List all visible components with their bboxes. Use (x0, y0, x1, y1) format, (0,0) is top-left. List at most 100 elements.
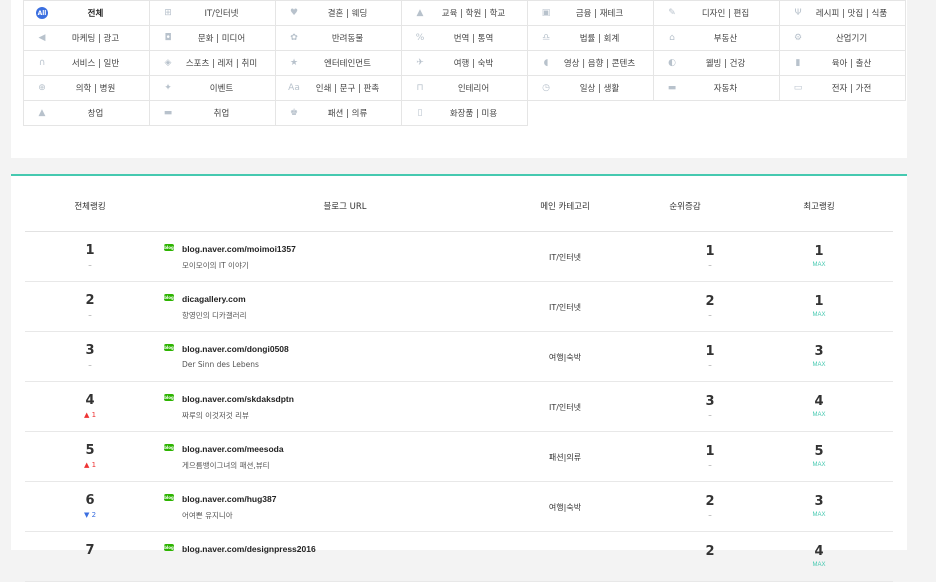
blog-url-link[interactable]: blog.naver.com/skdaksdptn (182, 394, 294, 404)
category-item[interactable]: % 번역 | 통역 (402, 26, 528, 51)
max-label: MAX (812, 412, 826, 418)
max-label: MAX (812, 562, 826, 568)
blog-name[interactable]: 게으름뱅이그녀의 패션,뷰티 (182, 460, 270, 471)
category-item[interactable]: ▲ 창업 (24, 101, 150, 126)
blog-badge-icon: blog (164, 294, 174, 301)
category-item[interactable]: ◖ 영상 | 음향 | 콘텐츠 (528, 51, 654, 76)
category-item[interactable]: ▬ 자동차 (654, 76, 780, 101)
house-icon: ⌂ (669, 33, 675, 43)
category-item[interactable]: ✿ 반려동물 (276, 26, 402, 51)
header-category[interactable]: 메인 카테고리 (490, 200, 640, 212)
max-label: MAX (812, 262, 826, 268)
blog-badge-icon: blog (164, 394, 174, 401)
main-category: 여행|숙박 (548, 503, 582, 512)
category-item[interactable]: Aa 인쇄 | 문구 | 판촉 (276, 76, 402, 101)
header-rank[interactable]: 전체랭킹 (25, 200, 155, 212)
blog-name[interactable]: 모이모이의 IT 이야기 (182, 260, 249, 271)
rank-change: ▼ 2 (83, 511, 97, 519)
table-row: 3 – blog blog.naver.com/dongi0508 Der Sinn d… (25, 332, 893, 382)
category-item[interactable]: ✎ 디자인 | 편집 (654, 1, 780, 26)
category-item[interactable]: ⊞ IT/인터넷 (150, 1, 276, 26)
blog-url-link[interactable]: dicagallery.com (182, 294, 246, 304)
best-rank: 1 (814, 244, 824, 259)
header-change[interactable]: 순위증감 (635, 200, 735, 212)
headset-icon: ∩ (38, 58, 46, 68)
category-item[interactable]: All 전체 (24, 1, 150, 26)
graduation-cap-icon: ▲ (416, 8, 424, 18)
best-rank: 1 (814, 294, 824, 309)
category-item[interactable]: ⊓ 인테리어 (402, 76, 528, 101)
blog-url-link[interactable]: blog.naver.com/moimoi1357 (182, 244, 296, 254)
table-row: 7 blog blog.naver.com/designpress2016 2 4 MAX (25, 532, 893, 582)
max-label: MAX (812, 312, 826, 318)
category-item[interactable]: ✈ 여행 | 숙박 (402, 51, 528, 76)
blog-badge-icon: blog (164, 244, 174, 251)
blog-name[interactable]: 짜루의 이것저것 리뷰 (182, 410, 249, 421)
category-item[interactable]: ★ 엔터테인먼트 (276, 51, 402, 76)
blog-badge-icon: blog (164, 444, 174, 451)
table-row: 2– blog dicagallery.com 항영민의 디카갤러리 IT/인터넷 2–1… (25, 282, 893, 332)
ranking-panel: 전체랭킹 블로그 URL 메인 카테고리 순위증감 최고랭킹 1 – blog blo… (11, 174, 907, 582)
category-item[interactable]: ♥ 결혼 | 웨딩 (276, 1, 402, 26)
rank-number: 3 (85, 343, 95, 358)
blog-url-link[interactable]: blog.naver.com/hug387 (182, 494, 276, 504)
airplane-icon: ✈ (416, 58, 424, 68)
heart-icon: ♥ (289, 8, 299, 18)
category-item[interactable]: ◈ 스포츠 | 레저 | 취미 (150, 51, 276, 76)
category-item[interactable]: ◐ 웰빙 | 건강 (654, 51, 780, 76)
blog-badge-icon: blog (164, 494, 174, 501)
category-item[interactable]: ▬ 취업 (150, 101, 276, 126)
category-item[interactable]: ◀ 마케팅 | 광고 (24, 26, 150, 51)
category-item[interactable]: ▭ 전자 | 가전 (780, 76, 906, 101)
category-item[interactable]: ▯ 화장품 | 미용 (402, 101, 528, 126)
rank-number: 2 (85, 293, 95, 308)
rank-change: – (88, 261, 92, 269)
category-item[interactable]: ⚙ 산업기기 (780, 26, 906, 51)
store-icon: ▲ (38, 108, 46, 118)
baby-bottle-icon: ▮ (795, 58, 801, 68)
category-item[interactable]: ◷ 일상 | 생활 (528, 76, 654, 101)
category-item[interactable]: ∩ 서비스 | 일반 (24, 51, 150, 76)
rank-change: – (88, 361, 92, 369)
monitor-icon: ▭ (793, 83, 803, 93)
blog-name[interactable]: 어여쁜 유지니아 (182, 510, 233, 521)
window-icon: ⊓ (416, 83, 424, 93)
blog-name[interactable]: Der Sinn des Lebens (182, 360, 259, 369)
best-rank: 5 (814, 444, 824, 459)
category-item[interactable]: ⌂ 부동산 (654, 26, 780, 51)
star-icon: ★ (289, 58, 299, 68)
all-icon: All (36, 7, 48, 19)
category-item[interactable]: ▲ 교육 | 학원 | 학교 (402, 1, 528, 26)
camera-icon: ◘ (164, 33, 172, 43)
blog-name[interactable]: 항영민의 디카갤러리 (182, 310, 246, 321)
rank-number: 5 (85, 443, 95, 458)
header-url: 블로그 URL (323, 202, 367, 212)
paw-icon: ✿ (290, 33, 298, 43)
gear-icon: ⚙ (793, 33, 803, 43)
main-category: 패션|의류 (548, 453, 582, 462)
briefcase-icon: ▬ (163, 108, 173, 118)
table-row: 4 ▲ 1 blog blog.naver.com/skdaksdptn 짜루의 이것저… (25, 382, 893, 432)
cosmetics-icon: ▯ (417, 108, 423, 118)
rank-number: 4 (85, 393, 95, 408)
category-item[interactable]: ◘ 문화 | 미디어 (150, 26, 276, 51)
category-item[interactable]: ▣ 금융 | 재테크 (528, 1, 654, 26)
blog-url-link[interactable]: blog.naver.com/dongi0508 (182, 344, 289, 354)
header-best[interactable]: 최고랭킹 (745, 200, 893, 212)
category-item[interactable]: ⊕ 의학 | 병원 (24, 76, 150, 101)
category-item[interactable]: ♎ 법률 | 회계 (528, 26, 654, 51)
category-item[interactable]: ▮ 육아 | 출산 (780, 51, 906, 76)
blog-url-link[interactable]: blog.naver.com/meesoda (182, 444, 284, 454)
category-item[interactable]: Ψ 레시피 | 맛집 | 식품 (780, 1, 906, 26)
it-icon: ⊞ (164, 8, 172, 18)
blog-url-link[interactable]: blog.naver.com/designpress2016 (182, 544, 316, 554)
main-category: IT/인터넷 (548, 253, 582, 262)
rank-change: ▲ 1 (83, 411, 97, 419)
category-panel: All 전체 ⊞ IT/인터넷 ♥ 결혼 | 웨딩 ▲ 교육 | 학원 | 학교 ▣ 금융 | 재… (11, 0, 907, 158)
main-category: 여행|숙박 (548, 353, 582, 362)
main-category: IT/인터넷 (548, 403, 582, 412)
best-rank: 3 (814, 494, 824, 509)
category-item[interactable]: ♚ 패션 | 의류 (276, 101, 402, 126)
category-item[interactable]: ✦ 이벤트 (150, 76, 276, 101)
car-icon: ▬ (667, 83, 677, 93)
